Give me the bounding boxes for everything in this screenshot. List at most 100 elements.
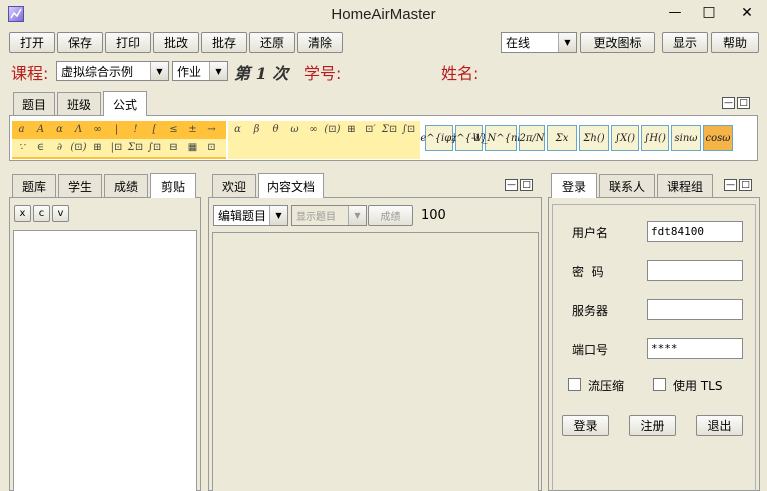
symbol-button[interactable]: | bbox=[107, 122, 126, 138]
template-button[interactable]: sinω bbox=[671, 125, 701, 151]
template-button[interactable]: cosω bbox=[703, 125, 733, 151]
tab-login[interactable]: 登录 bbox=[551, 173, 597, 198]
greek-button[interactable]: (⊡) bbox=[323, 122, 342, 138]
symbol-button[interactable]: ∵ bbox=[12, 140, 31, 156]
tab-content-doc[interactable]: 内容文档 bbox=[258, 173, 324, 198]
open-button[interactable]: 打开 bbox=[9, 32, 55, 53]
cut-button[interactable]: x bbox=[14, 205, 31, 222]
symbol-button[interactable]: Σ⊡ bbox=[126, 140, 145, 156]
left-panel: x c v bbox=[9, 197, 201, 491]
clear-button[interactable]: 清除 bbox=[297, 32, 343, 53]
chevron-down-icon[interactable]: ▼ bbox=[150, 62, 168, 80]
password-field[interactable] bbox=[647, 260, 743, 281]
course-select[interactable]: 虚拟综合示例 ▼ bbox=[56, 61, 169, 81]
tab-students[interactable]: 学生 bbox=[58, 174, 102, 197]
exit-button[interactable]: 退出 bbox=[696, 415, 743, 436]
symbol-button[interactable]: ⊡ bbox=[202, 140, 221, 156]
port-field[interactable]: **** bbox=[647, 338, 743, 359]
help-button[interactable]: 帮助 bbox=[711, 32, 759, 53]
course-value: 虚拟综合示例 bbox=[61, 64, 134, 79]
change-icon-button[interactable]: 更改图标 bbox=[580, 32, 655, 53]
greek-button[interactable]: β bbox=[247, 122, 266, 138]
tls-checkbox[interactable] bbox=[653, 378, 666, 391]
template-button[interactable]: ∫X() bbox=[611, 125, 639, 151]
template-button[interactable]: Σx bbox=[547, 125, 577, 151]
minimize-button[interactable]: — bbox=[660, 2, 690, 24]
restore-button[interactable]: 还原 bbox=[249, 32, 295, 53]
server-field[interactable] bbox=[647, 299, 743, 320]
tab-grades[interactable]: 成绩 bbox=[104, 174, 148, 197]
restore-icon[interactable]: □ bbox=[520, 179, 533, 191]
symbol-button[interactable]: ∞ bbox=[88, 122, 107, 138]
symbol-button[interactable]: ∈ bbox=[31, 140, 50, 156]
symbol-button[interactable]: |⊡ bbox=[107, 140, 126, 156]
document-area[interactable] bbox=[212, 232, 539, 491]
template-button[interactable]: Σh() bbox=[579, 125, 609, 151]
grade-button[interactable]: 批改 bbox=[153, 32, 199, 53]
symbol-button[interactable]: (⊡) bbox=[69, 140, 88, 156]
template-button[interactable]: e^{iφ} bbox=[420, 125, 458, 151]
greek-button[interactable]: ∞ bbox=[304, 122, 323, 138]
symbol-button[interactable]: [ bbox=[145, 122, 164, 138]
clipboard-area[interactable] bbox=[13, 230, 197, 491]
restore-icon[interactable]: □ bbox=[737, 97, 750, 109]
greek-button[interactable]: ∫⊡ bbox=[399, 122, 418, 138]
symbol-button[interactable]: a bbox=[12, 122, 31, 138]
login-button[interactable]: 登录 bbox=[562, 415, 609, 436]
score-button[interactable]: 成绩 bbox=[368, 205, 413, 226]
tab-question-bank[interactable]: 题库 bbox=[12, 174, 56, 197]
paste-button[interactable]: v bbox=[52, 205, 69, 222]
save-button[interactable]: 保存 bbox=[57, 32, 103, 53]
show-question-select[interactable]: 显示题目 ▼ bbox=[291, 205, 367, 226]
symbol-button[interactable]: ∫⊡ bbox=[145, 140, 164, 156]
symbol-button[interactable]: ∂ bbox=[50, 140, 69, 156]
chevron-down-icon[interactable]: ▼ bbox=[209, 62, 227, 80]
symbol-button[interactable]: Λ bbox=[69, 122, 88, 138]
tab-contacts[interactable]: 联系人 bbox=[599, 174, 655, 197]
tab-welcome[interactable]: 欢迎 bbox=[212, 174, 256, 197]
greek-button[interactable]: ω bbox=[285, 122, 304, 138]
greek-button[interactable]: ⊡′ bbox=[361, 122, 380, 138]
maximize-button[interactable]: □ bbox=[694, 2, 724, 24]
symbol-button[interactable]: ⊞ bbox=[88, 140, 107, 156]
symbol-button[interactable]: → bbox=[202, 122, 221, 138]
type-value: 作业 bbox=[177, 64, 202, 79]
username-field[interactable]: fdt84100 bbox=[647, 221, 743, 242]
greek-button[interactable]: θ bbox=[266, 122, 285, 138]
restore-icon[interactable]: □ bbox=[739, 179, 752, 191]
grade-save-button[interactable]: 批存 bbox=[201, 32, 247, 53]
edit-question-select[interactable]: 编辑题目 ▼ bbox=[213, 205, 288, 226]
symbol-button[interactable]: ≤ bbox=[164, 122, 183, 138]
copy-button[interactable]: c bbox=[33, 205, 50, 222]
symbol-button[interactable]: ▦ bbox=[183, 140, 202, 156]
show-button[interactable]: 显示 bbox=[662, 32, 708, 53]
template-button[interactable]: W_N^{nk} bbox=[472, 125, 530, 151]
status-select[interactable]: 在线 ▼ bbox=[501, 32, 577, 53]
tab-clipboard[interactable]: 剪贴 bbox=[150, 173, 196, 198]
tab-class[interactable]: 班级 bbox=[57, 92, 101, 115]
compress-checkbox[interactable] bbox=[568, 378, 581, 391]
symbol-button[interactable]: A bbox=[31, 122, 50, 138]
greek-button[interactable]: Σ⊡ bbox=[380, 122, 399, 138]
print-button[interactable]: 打印 bbox=[105, 32, 151, 53]
minimize-icon[interactable]: — bbox=[724, 179, 737, 191]
symbol-button[interactable]: ± bbox=[183, 122, 202, 138]
minimize-icon[interactable]: — bbox=[505, 179, 518, 191]
template-button[interactable]: 2π/N bbox=[519, 125, 545, 151]
greek-button[interactable]: ⊞ bbox=[342, 122, 361, 138]
minimize-icon[interactable]: — bbox=[722, 97, 735, 109]
symbol-button[interactable]: ! bbox=[126, 122, 145, 138]
type-select[interactable]: 作业 ▼ bbox=[172, 61, 228, 81]
template-button[interactable]: ∫H() bbox=[641, 125, 669, 151]
symbol-button[interactable]: α bbox=[50, 122, 69, 138]
register-button[interactable]: 注册 bbox=[629, 415, 676, 436]
chevron-down-icon[interactable]: ▼ bbox=[269, 206, 287, 225]
close-button[interactable]: ✕ bbox=[730, 2, 764, 24]
compress-label: 流压缩 bbox=[588, 379, 625, 393]
tab-formula[interactable]: 公式 bbox=[103, 91, 147, 116]
tab-course-group[interactable]: 课程组 bbox=[657, 174, 713, 197]
symbol-button[interactable]: ⊟ bbox=[164, 140, 183, 156]
chevron-down-icon[interactable]: ▼ bbox=[558, 33, 576, 52]
tab-questions[interactable]: 题目 bbox=[13, 92, 55, 115]
greek-button[interactable]: α bbox=[228, 122, 247, 138]
